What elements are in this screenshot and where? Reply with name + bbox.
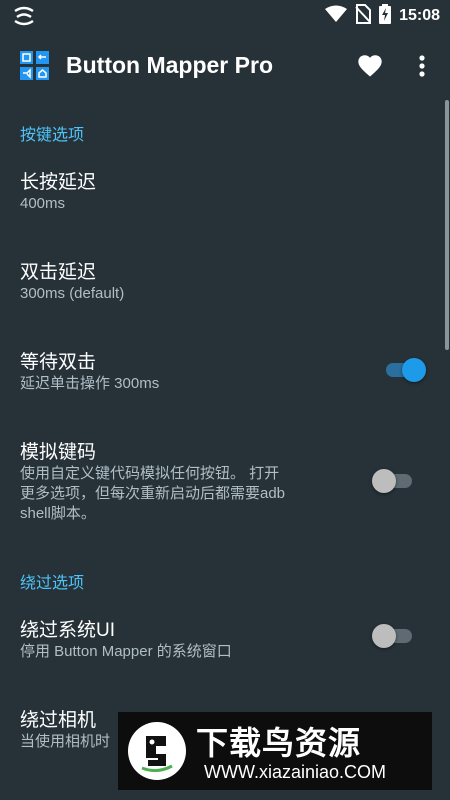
pref-summary-line-2: 更多选项，但每次重新启动后都需要adb <box>20 485 286 502</box>
notification-app-icon <box>12 5 36 27</box>
pref-emulate-keycode[interactable]: 模拟键码 使用自定义键代码模拟任何按钮。 打开 更多选项，但每次重新启动后都需要… <box>0 426 450 536</box>
section-header-bypass-options: 绕过选项 <box>20 575 85 592</box>
wifi-icon <box>325 5 348 28</box>
pref-title: 绕过相机 <box>20 710 97 731</box>
pref-title: 双击延迟 <box>20 262 97 283</box>
app-title: Button Mapper Pro <box>66 52 273 78</box>
pref-summary-line-3: shell脚本。 <box>20 505 96 522</box>
toggle-thumb <box>372 469 396 493</box>
watermark-banner: 下载鸟资源 WWW.xiazainiao.COM <box>118 712 432 790</box>
watermark-bird-logo-icon <box>128 722 186 780</box>
emulate-keycode-toggle[interactable] <box>372 466 416 496</box>
settings-list: 按键选项 长按延迟 400ms 双击延迟 300ms (default) 等待双… <box>0 100 450 800</box>
pref-title: 等待双击 <box>20 352 97 373</box>
pref-title: 模拟键码 <box>20 442 97 463</box>
section-header-key-options: 按键选项 <box>20 127 85 144</box>
toggle-thumb <box>372 624 396 648</box>
pref-title: 绕过系统UI <box>20 620 116 641</box>
pref-bypass-system-ui[interactable]: 绕过系统UI 停用 Button Mapper 的系统窗口 <box>0 604 450 684</box>
pref-summary: 300ms (default) <box>20 285 125 302</box>
status-bar: 15:08 <box>0 0 450 32</box>
pref-summary-line-1: 使用自定义键代码模拟任何按钮。 打开 <box>20 465 280 482</box>
app-bar: Button Mapper Pro <box>0 32 450 100</box>
scrollbar[interactable] <box>445 100 449 350</box>
bypass-system-ui-toggle[interactable] <box>372 621 416 651</box>
battery-charging-icon <box>379 3 392 29</box>
no-sim-icon <box>355 3 372 29</box>
watermark-url: WWW.xiazainiao.COM <box>204 762 387 782</box>
toggle-thumb <box>402 358 426 382</box>
pref-summary: 停用 Button Mapper 的系统窗口 <box>20 643 232 660</box>
wait-double-tap-toggle[interactable] <box>382 355 426 385</box>
pref-long-press-delay[interactable]: 长按延迟 400ms <box>0 156 450 236</box>
status-time: 15:08 <box>399 7 440 24</box>
app-logo-icon <box>20 51 50 81</box>
more-vert-icon[interactable] <box>414 52 430 80</box>
pref-wait-double-tap[interactable]: 等待双击 延迟单击操作 300ms <box>0 336 450 416</box>
pref-summary: 400ms <box>20 195 66 212</box>
pref-summary: 当使用相机时 <box>20 733 111 750</box>
pref-title: 长按延迟 <box>20 172 97 193</box>
heart-icon[interactable] <box>356 52 384 80</box>
pref-double-tap-delay[interactable]: 双击延迟 300ms (default) <box>0 246 450 326</box>
watermark-title: 下载鸟资源 <box>196 725 362 761</box>
pref-summary: 延迟单击操作 300ms <box>20 375 160 392</box>
